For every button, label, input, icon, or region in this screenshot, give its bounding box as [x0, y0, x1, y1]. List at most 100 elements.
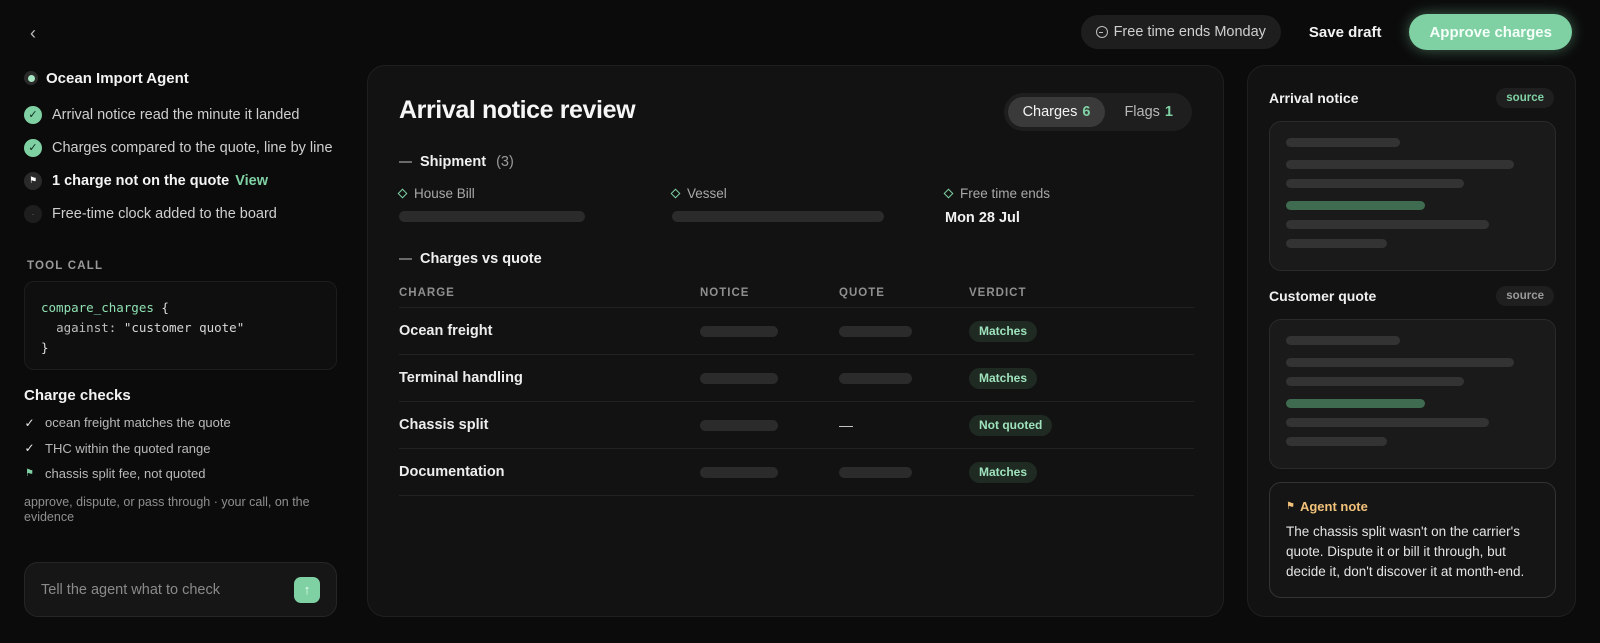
check-circle-icon: ✓: [24, 138, 42, 157]
table-row[interactable]: Ocean freight Matches: [399, 308, 1194, 355]
view-tabs: Charges 6 Flags 1: [1003, 93, 1192, 131]
code-close-brace: }: [41, 340, 49, 355]
verdict-badge: Matches: [969, 367, 1038, 389]
verdict-badge: Matches: [969, 461, 1038, 483]
agent-note-text: The chassis split wasn't on the carrier'…: [1286, 524, 1525, 579]
charges-table: CHARGE NOTICE QUOTE VERDICT Ocean freigh…: [399, 278, 1194, 496]
dash-icon: [399, 258, 412, 260]
preview-line-highlight: [1286, 201, 1425, 210]
col-quote: QUOTE: [839, 286, 885, 299]
clock-icon: [1095, 26, 1108, 38]
agent-title: Ocean Import Agent: [46, 69, 189, 87]
tab-count: 1: [1164, 104, 1173, 120]
checkmark-icon: ✓: [24, 441, 35, 456]
review-panel: Arrival notice review Charges 6 Flags 1 …: [367, 65, 1224, 617]
arrow-up-icon: ↑: [303, 582, 311, 597]
field-house-bill: House Bill: [397, 186, 585, 222]
tool-call-label: TOOL CALL: [27, 260, 104, 272]
table-row[interactable]: Terminal handling Matches: [399, 355, 1194, 402]
view-link[interactable]: View: [235, 173, 268, 189]
source-panel: Arrival notice source Customer quote sou…: [1247, 65, 1576, 617]
preview-line: [1286, 336, 1400, 345]
step-text: Charges compared to the quote, line by l…: [52, 139, 333, 156]
top-actions: Free time ends Monday Save draft Approve…: [1080, 14, 1572, 50]
col-verdict: VERDICT: [969, 286, 1027, 299]
tab-label: Charges: [1022, 104, 1078, 120]
quote-placeholder: [839, 372, 912, 384]
diamond-icon: [943, 188, 954, 199]
agent-steps: ✓ Arrival notice read the minute it land…: [24, 98, 344, 230]
tool-arg-key: against:: [56, 320, 117, 335]
agent-note-header: ⚑ Agent note: [1286, 499, 1539, 514]
notice-placeholder: [700, 372, 778, 384]
doc-title: Customer quote: [1269, 288, 1377, 304]
quote-placeholder: [839, 466, 912, 478]
col-notice: NOTICE: [700, 286, 750, 299]
step-item-flagged: ⚑ 1 charge not on the quote View: [24, 164, 344, 197]
step-item: · Free-time clock added to the board: [24, 197, 344, 230]
code-open-brace: {: [161, 300, 169, 315]
check-circle-icon: ✓: [24, 105, 42, 124]
flag-icon: ⚑: [24, 171, 42, 190]
charge-name: Terminal handling: [399, 370, 523, 386]
notice-placeholder: [700, 419, 778, 431]
charges-heading: Charges vs quote: [399, 251, 542, 267]
customer-quote-preview[interactable]: [1269, 319, 1556, 469]
preview-line: [1286, 358, 1514, 367]
checkmark-icon: ✓: [24, 415, 35, 430]
send-button[interactable]: ↑: [294, 576, 320, 603]
tab-count: 6: [1082, 104, 1091, 120]
approve-charges-button[interactable]: Approve charges: [1409, 14, 1572, 50]
live-status-icon: [24, 71, 38, 85]
tool-call-code: compare_charges { against: "customer quo…: [24, 281, 337, 370]
field-label-text: Free time ends: [960, 186, 1051, 201]
table-row[interactable]: Documentation Matches: [399, 449, 1194, 496]
preview-line: [1286, 437, 1387, 446]
shipment-heading: Shipment (3): [399, 154, 514, 170]
flag-icon: ⚑: [25, 468, 34, 480]
source-badge[interactable]: source: [1496, 286, 1554, 306]
shipment-heading-label: Shipment: [420, 154, 487, 170]
check-item: ✓ ocean freight matches the quote: [24, 410, 344, 436]
preview-line-highlight: [1286, 399, 1425, 408]
check-item: ✓ THC within the quoted range: [24, 436, 344, 462]
diamond-icon: [397, 188, 408, 199]
arrival-notice-preview[interactable]: [1269, 121, 1556, 271]
charge-name: Chassis split: [399, 417, 489, 433]
vessel-placeholder: [672, 211, 884, 222]
pending-dot-icon: ·: [24, 204, 42, 223]
house-bill-placeholder: [399, 211, 585, 222]
doc-header-quote: Customer quote source: [1269, 286, 1554, 306]
charge-checks-list: ✓ ocean freight matches the quote ✓ THC …: [24, 410, 344, 487]
preview-line: [1286, 239, 1387, 248]
shipment-count: (3): [496, 154, 514, 170]
doc-header-arrival: Arrival notice source: [1269, 88, 1554, 108]
check-text: chassis split fee, not quoted: [45, 466, 206, 482]
helper-text: approve, dispute, or pass through · your…: [24, 494, 310, 524]
page-title: Arrival notice review: [399, 96, 636, 124]
tab-charges[interactable]: Charges 6: [1007, 97, 1106, 127]
field-label-text: House Bill: [414, 186, 475, 201]
charges-heading-label: Charges vs quote: [420, 251, 542, 267]
free-time-pill-label: Free time ends Monday: [1113, 24, 1266, 40]
table-header: CHARGE NOTICE QUOTE VERDICT: [399, 278, 1194, 308]
col-charge: CHARGE: [399, 286, 455, 299]
save-draft-button[interactable]: Save draft: [1293, 15, 1398, 49]
verdict-badge: Matches: [969, 320, 1038, 342]
tab-label: Flags: [1124, 104, 1160, 120]
preview-line: [1286, 179, 1464, 188]
back-button[interactable]: ‹: [22, 22, 44, 44]
agent-input[interactable]: [41, 581, 294, 598]
quote-empty: —: [839, 416, 853, 433]
verdict-badge: Not quoted: [969, 414, 1053, 436]
tab-flags[interactable]: Flags 1: [1109, 97, 1188, 127]
field-free-time: Free time ends Mon 28 Jul: [943, 186, 1051, 226]
diamond-icon: [670, 188, 681, 199]
source-badge[interactable]: source: [1496, 88, 1554, 108]
dash-icon: [399, 161, 412, 163]
check-text: ocean freight matches the quote: [45, 415, 231, 431]
doc-title: Arrival notice: [1269, 90, 1359, 106]
table-row[interactable]: Chassis split — Not quoted: [399, 402, 1194, 449]
field-label: Vessel: [670, 186, 884, 201]
quote-placeholder: [839, 325, 912, 337]
